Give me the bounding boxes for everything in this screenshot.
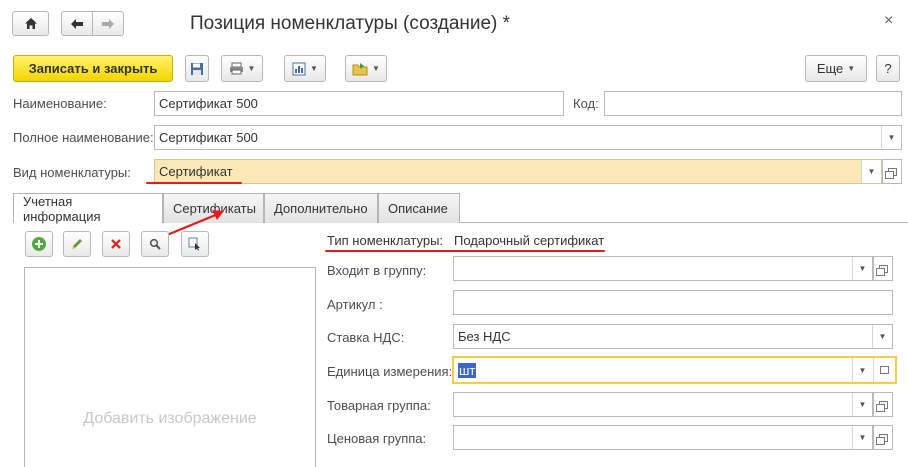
- article-label: Артикул :: [327, 297, 383, 312]
- help-label: ?: [884, 61, 892, 76]
- vat-rate-field[interactable]: Без НДС ▼: [453, 324, 893, 349]
- annotation-underline: [146, 182, 242, 184]
- back-button[interactable]: [61, 11, 93, 36]
- tab-description[interactable]: Описание: [378, 193, 460, 223]
- open-icon: [875, 433, 888, 445]
- full-name-label: Полное наименование:: [13, 130, 154, 145]
- tab-label: Дополнительно: [274, 201, 368, 216]
- item-type-label: Тип номенклатуры:: [327, 233, 444, 248]
- more-menu-button[interactable]: Еще ▼: [805, 55, 867, 82]
- vat-rate-label: Ставка НДС:: [327, 330, 405, 345]
- create-based-on-button[interactable]: ▼: [345, 55, 387, 82]
- unit-label: Единица измерения:: [327, 364, 453, 379]
- name-label: Наименование:: [13, 96, 107, 111]
- article-field[interactable]: [453, 290, 893, 315]
- home-icon: [24, 18, 37, 29]
- chevron-down-icon: ▼: [858, 400, 867, 409]
- group-label: Входит в группу:: [327, 263, 427, 278]
- open-icon: [884, 167, 897, 179]
- select-image-icon: [188, 237, 200, 251]
- item-type-value: Подарочный сертификат: [454, 233, 605, 248]
- chevron-down-icon: ▼: [372, 64, 380, 73]
- price-group-label: Ценовая группа:: [327, 431, 427, 446]
- item-kind-value: Сертификат: [159, 164, 233, 179]
- annotation-underline: [325, 250, 605, 252]
- full-name-field[interactable]: Сертификат 500 ▼: [154, 125, 902, 150]
- chevron-down-icon: ▼: [858, 365, 867, 375]
- price-group-open-button[interactable]: [873, 425, 893, 450]
- group-open-button[interactable]: [873, 256, 893, 281]
- code-label: Код:: [573, 96, 599, 111]
- chevron-down-icon: ▼: [310, 64, 318, 73]
- folder-arrow-icon: [352, 62, 368, 75]
- edit-image-button[interactable]: [63, 231, 91, 257]
- chevron-down-icon: ▼: [887, 133, 896, 142]
- vat-rate-dropdown[interactable]: ▼: [872, 325, 892, 348]
- tab-label: Описание: [388, 201, 448, 216]
- save-and-close-button[interactable]: Записать и закрыть: [13, 55, 173, 82]
- chevron-down-icon: ▼: [858, 264, 867, 273]
- arrow-left-icon: [71, 18, 83, 29]
- tab-additional[interactable]: Дополнительно: [264, 193, 378, 223]
- pencil-icon: [72, 239, 82, 249]
- window-title: Позиция номенклатуры (создание) *: [190, 13, 511, 34]
- name-value: Сертификат 500: [159, 96, 258, 111]
- chevron-down-icon: ▼: [858, 433, 867, 442]
- open-icon: [875, 400, 888, 412]
- print-menu-button[interactable]: ▼: [221, 55, 263, 82]
- product-group-dropdown[interactable]: ▼: [852, 393, 872, 416]
- add-image-placeholder[interactable]: Добавить изображение: [25, 410, 315, 428]
- save-and-close-label: Записать и закрыть: [28, 61, 158, 76]
- full-name-value: Сертификат 500: [159, 130, 258, 145]
- close-icon[interactable]: ×: [884, 12, 893, 30]
- forward-button[interactable]: [92, 11, 124, 36]
- reports-menu-button[interactable]: ▼: [284, 55, 326, 82]
- chevron-down-icon: ▼: [878, 332, 887, 341]
- open-icon: [875, 264, 888, 276]
- product-group-field[interactable]: ▼: [453, 392, 873, 417]
- report-icon: [292, 62, 306, 75]
- home-button[interactable]: [12, 11, 49, 36]
- view-image-button[interactable]: [141, 231, 169, 257]
- tab-label: Учетная информация: [23, 193, 101, 224]
- tab-accounting-info[interactable]: Учетная информация: [13, 193, 163, 224]
- unit-open-button[interactable]: [873, 358, 895, 382]
- printer-icon: [229, 62, 243, 75]
- product-group-open-button[interactable]: [873, 392, 893, 417]
- unit-dropdown[interactable]: ▼: [852, 358, 872, 382]
- open-icon: [880, 366, 889, 374]
- delete-x-icon: [111, 239, 121, 249]
- group-field[interactable]: ▼: [453, 256, 873, 281]
- help-button[interactable]: ?: [876, 55, 900, 82]
- plus-circle-icon: [32, 237, 46, 251]
- chevron-down-icon: ▼: [847, 64, 856, 73]
- floppy-disk-icon: [191, 62, 203, 75]
- code-field[interactable]: [604, 91, 902, 116]
- magnifier-icon: [149, 238, 161, 250]
- unit-field[interactable]: шт ▼: [452, 356, 897, 384]
- select-image-button[interactable]: [181, 231, 209, 257]
- unit-value: шт: [458, 362, 477, 378]
- name-field[interactable]: Сертификат 500: [154, 91, 564, 116]
- group-dropdown[interactable]: ▼: [852, 257, 872, 280]
- image-panel[interactable]: Добавить изображение: [24, 267, 316, 467]
- price-group-dropdown[interactable]: ▼: [852, 426, 872, 449]
- item-kind-label: Вид номенклатуры:: [13, 165, 131, 180]
- chevron-down-icon: ▼: [247, 64, 256, 73]
- full-name-dropdown[interactable]: ▼: [881, 126, 901, 149]
- more-label: Еще: [816, 61, 844, 76]
- item-kind-field[interactable]: Сертификат ▼: [154, 159, 882, 184]
- product-group-label: Товарная группа:: [327, 398, 431, 413]
- add-image-button[interactable]: [25, 231, 53, 257]
- vat-rate-value: Без НДС: [458, 329, 511, 344]
- delete-image-button[interactable]: [102, 231, 130, 257]
- item-kind-open-button[interactable]: [882, 159, 902, 184]
- item-kind-dropdown[interactable]: ▼: [861, 160, 881, 183]
- save-button[interactable]: [185, 55, 209, 82]
- chevron-down-icon: ▼: [867, 167, 876, 176]
- arrow-right-icon: [102, 18, 114, 29]
- price-group-field[interactable]: ▼: [453, 425, 873, 450]
